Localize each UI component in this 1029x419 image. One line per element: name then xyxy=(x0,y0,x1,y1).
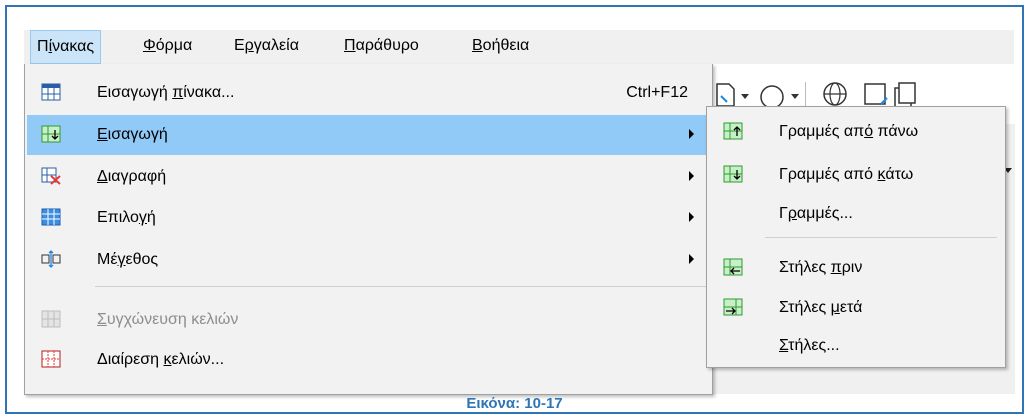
submenu-item-columns[interactable]: Στήλες... xyxy=(709,326,1003,366)
menu-item-label: Επιλογή xyxy=(97,209,156,226)
rows-below-icon xyxy=(723,165,743,183)
submenu-arrow-icon xyxy=(689,212,694,222)
chevron-down-icon[interactable] xyxy=(741,94,749,100)
submenu-item-label: Στήλες μετά xyxy=(779,299,863,316)
figure-caption: Εικόνα: 10-17 xyxy=(466,395,563,412)
menu-separator xyxy=(95,286,706,287)
split-cells-icon xyxy=(41,350,61,368)
submenu-arrow-icon xyxy=(689,171,694,181)
rows-above-icon xyxy=(723,122,743,140)
submenu-item-label: Γραμμές από κάτω xyxy=(779,166,914,183)
columns-before-icon xyxy=(723,258,743,276)
insert-table-icon xyxy=(41,83,61,101)
submenu-arrow-icon xyxy=(689,254,694,264)
menu-tools[interactable]: Εργαλεία xyxy=(234,37,299,55)
delete-table-icon xyxy=(41,167,61,185)
menu-item-insert-table[interactable]: Εισαγωγή πίνακα... Ctrl+F12 xyxy=(27,73,710,113)
menu-item-insert[interactable]: Εισαγωγή xyxy=(27,115,710,155)
menu-help[interactable]: Βοήθεια xyxy=(472,37,529,55)
menu-item-delete[interactable]: Διαγραφή xyxy=(27,157,710,197)
submenu-item-rows-below[interactable]: Γραμμές από κάτω xyxy=(709,155,1003,195)
submenu-item-rows[interactable]: Γραμμές... xyxy=(709,194,1003,234)
menu-form[interactable]: Φόρμα xyxy=(143,37,192,55)
submenu-item-label: Γραμμές από πάνω xyxy=(779,123,919,140)
menu-item-split-cells[interactable]: Διαίρεση κελιών... xyxy=(27,340,710,380)
menu-item-label: Διαίρεση κελιών... xyxy=(97,351,225,368)
submenu-item-label: Στήλες... xyxy=(779,337,840,354)
chevron-down-icon[interactable] xyxy=(791,94,799,100)
menu-window[interactable]: Παράθυρο xyxy=(344,37,419,55)
submenu-item-label: Στήλες πριν xyxy=(779,259,863,276)
merge-cells-icon xyxy=(41,310,61,328)
document-icon[interactable] xyxy=(713,82,737,108)
globe-icon[interactable] xyxy=(821,80,849,108)
menu-item-merge-cells[interactable]: Συγχώνευση κελιών xyxy=(27,300,710,340)
menu-item-label: Μέγεθος xyxy=(97,251,159,268)
submenu-item-rows-above[interactable]: Γραμμές από πάνω xyxy=(709,112,1003,152)
columns-after-icon xyxy=(723,298,743,316)
menu-item-label: Συγχώνευση κελιών xyxy=(97,311,239,328)
menu-separator xyxy=(765,237,997,238)
submenu-item-columns-after[interactable]: Στήλες μετά xyxy=(709,288,1003,328)
insert-rows-icon xyxy=(41,125,61,143)
submenu-arrow-icon xyxy=(689,129,694,139)
menu-item-label: Εισαγωγή xyxy=(97,126,168,143)
select-table-icon xyxy=(41,208,61,226)
size-icon xyxy=(41,250,61,268)
insert-submenu: Γραμμές από πάνω Γραμμές από κάτω Γραμμέ… xyxy=(706,106,1006,368)
menu-table[interactable]: Πίνακας xyxy=(30,30,102,64)
shortcut-label: Ctrl+F12 xyxy=(626,84,688,101)
submenu-item-columns-before[interactable]: Στήλες πριν xyxy=(709,248,1003,288)
menu-item-select[interactable]: Επιλογή xyxy=(27,198,710,238)
menu-item-label: Εισαγωγή πίνακα... xyxy=(97,84,235,101)
menu-item-label: Διαγραφή xyxy=(97,168,167,185)
submenu-item-label: Γραμμές... xyxy=(779,205,853,222)
menu-item-size[interactable]: Μέγεθος xyxy=(27,240,710,280)
table-menu: Εισαγωγή πίνακα... Ctrl+F12 Εισαγωγή Δια… xyxy=(24,64,713,395)
menu-bar: Πίνακας Φόρμα Εργαλεία Παράθυρο Βοήθεια xyxy=(24,30,1014,64)
